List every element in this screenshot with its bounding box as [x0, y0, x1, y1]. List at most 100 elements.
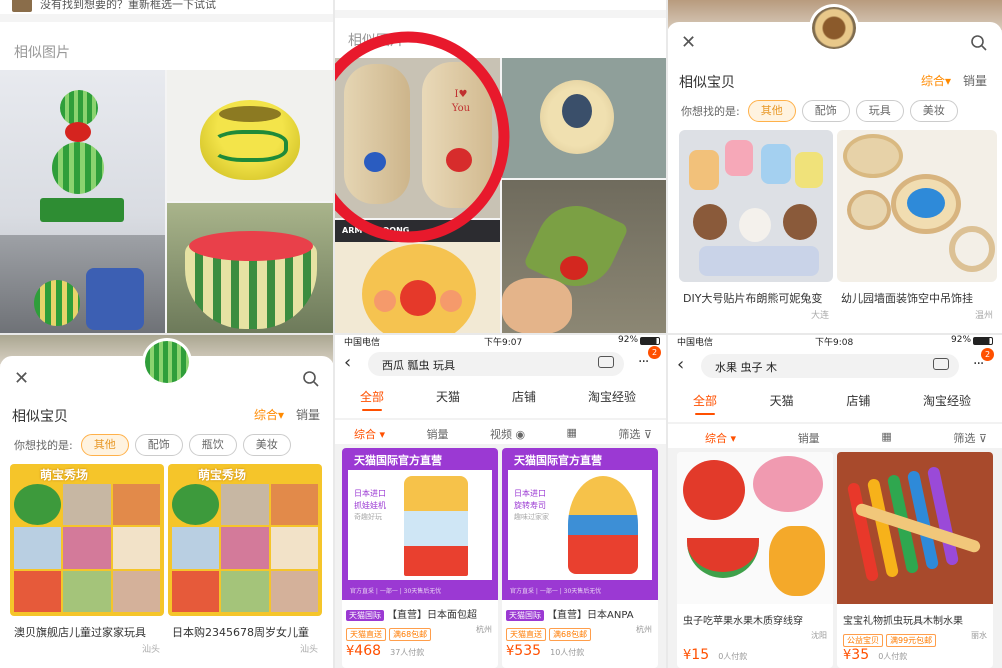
panel-similar-products-1: ✕ 相似宝贝 综合▾ 销量 你想找的是: 其他 配饰 玩具 美妆 DIY大号贴片…	[667, 0, 1002, 334]
product-price: 15	[691, 647, 710, 663]
product-location: 杭州	[636, 625, 652, 634]
retry-hint[interactable]: 没有找到想要的？重新框选一下试试	[40, 0, 216, 12]
status-bar: 中国电信 下午9:08 92%	[667, 334, 1002, 348]
product-image	[837, 130, 997, 282]
sort-comprehensive[interactable]: 综合▾	[921, 72, 951, 89]
search-icon[interactable]	[970, 34, 988, 52]
battery-icon	[640, 337, 660, 345]
close-icon[interactable]: ✕	[681, 32, 696, 53]
photo-leaf-ladybug[interactable]	[502, 180, 667, 334]
thumbnail-image	[12, 0, 32, 12]
tab-all[interactable]: 全部	[693, 392, 717, 415]
photo-watermelon-bowl[interactable]	[167, 203, 334, 333]
camera-icon[interactable]	[598, 356, 614, 368]
photo-watermelon-figure[interactable]	[0, 70, 165, 333]
filter-video[interactable]: 视频 ◉	[490, 426, 525, 442]
query-thumbnail	[142, 338, 192, 386]
banner-text: 萌宝秀场	[198, 468, 247, 482]
hint-label: 你想找的是:	[681, 105, 740, 118]
filter-bar: 综合 ▾ 销量 ▦ 筛选 ⊽	[705, 430, 987, 446]
chip-accessories[interactable]: 配饰	[801, 100, 850, 122]
product-card[interactable]: 萌宝秀场 澳贝旗舰店儿童过家家玩具 汕头	[10, 464, 164, 668]
tab-tmall[interactable]: 天猫	[770, 392, 794, 409]
back-icon[interactable]: ‹	[677, 354, 684, 375]
filter-sales[interactable]: 销量	[427, 426, 449, 442]
close-icon[interactable]: ✕	[14, 368, 29, 389]
product-card[interactable]: 天猫国际官方直营 日本进口 抓娃娃机 奇趣好玩 官方直采 | 一部一 | 30天…	[342, 448, 498, 668]
filter-screen[interactable]: 筛选 ⊽	[618, 426, 652, 442]
product-card[interactable]: 萌宝秀场 日本购2345678周岁女儿童 汕头	[168, 464, 322, 668]
chip-cosmetics[interactable]: 美妆	[242, 434, 291, 456]
panel-search-results-1: 中国电信 下午9:07 92% ‹ 西瓜 瓢虫 玩具 ··· 2 全部 天猫 店…	[334, 334, 667, 668]
product-title: 虫子吃苹果水果木质穿线穿	[683, 616, 803, 627]
product-image: 天猫国际官方直营 日本进口 抓娃娃机 奇趣好玩 官方直采 | 一部一 | 30天…	[342, 448, 498, 600]
tmall-global-badge: 天猫国际	[506, 610, 544, 621]
product-title: 【直营】日本面包超	[387, 610, 477, 621]
product-card[interactable]: 天猫国际官方直营 日本进口 旋转寿司 趣味过家家 官方直采 | 一部一 | 30…	[502, 448, 658, 668]
sort-comprehensive[interactable]: 综合▾	[254, 406, 284, 423]
tab-experience[interactable]: 淘宝经验	[588, 388, 636, 405]
grid-icon[interactable]: ▦	[567, 426, 577, 442]
tab-tmall[interactable]: 天猫	[436, 388, 460, 405]
product-location: 大连	[810, 311, 829, 321]
sold-count: 10人付款	[550, 648, 585, 657]
filter-sales[interactable]: 销量	[798, 430, 820, 446]
page-title: 相似宝贝	[12, 409, 68, 425]
banner-text: 萌宝秀场	[40, 468, 89, 482]
product-price: 468	[354, 643, 382, 659]
page-title: 相似宝贝	[679, 75, 735, 91]
sold-count: 0人付款	[878, 652, 908, 661]
panel-similar-images-1: 没有找到想要的？重新框选一下试试 相似图片	[0, 0, 334, 334]
camera-icon[interactable]	[933, 358, 949, 370]
section-title: 相似图片	[14, 45, 70, 61]
chip-other[interactable]: 其他	[80, 434, 129, 456]
sort-sales[interactable]: 销量	[296, 406, 320, 423]
result-tabs: 全部 天猫 店铺 淘宝经验	[693, 392, 971, 415]
tab-shops[interactable]: 店铺	[512, 388, 536, 405]
search-bar[interactable]: 西瓜 瓢虫 玩具	[368, 352, 624, 376]
filter-comprehensive[interactable]: 综合 ▾	[354, 426, 385, 442]
product-image	[677, 452, 833, 604]
chip-accessories[interactable]: 配饰	[134, 434, 183, 456]
sort-sales[interactable]: 销量	[963, 72, 987, 89]
product-title: 日本购2345678周岁女儿童	[172, 626, 309, 639]
notification-badge: 2	[648, 346, 661, 359]
product-image	[837, 452, 993, 604]
product-image	[679, 130, 833, 282]
product-title: 【直营】日本ANPA	[547, 610, 634, 621]
product-image: 萌宝秀场	[10, 464, 164, 616]
notification-badge: 2	[981, 348, 994, 361]
panel-similar-products-2: ✕ 相似宝贝 综合▾ 销量 你想找的是: 其他 配饰 瓶饮 美妆 萌宝秀场 澳贝…	[0, 334, 334, 668]
filter-comprehensive[interactable]: 综合 ▾	[705, 430, 736, 446]
photo-dragon-bowl[interactable]	[167, 70, 334, 201]
panel-similar-images-2: 相似图片 I♥ You ARM STROONG	[334, 0, 667, 334]
product-card[interactable]: 幼儿园墙面装饰空中吊饰挂 温州	[837, 130, 997, 334]
product-title: DIY大号贴片布朗熊可妮兔变	[683, 292, 823, 305]
photo-portrait-stone[interactable]	[502, 58, 667, 178]
tab-all[interactable]: 全部	[360, 388, 384, 411]
search-icon[interactable]	[302, 370, 320, 388]
product-location: 杭州	[476, 625, 492, 634]
filter-screen[interactable]: 筛选 ⊽	[953, 430, 987, 446]
product-card[interactable]: 宝宝礼物抓虫玩具木制水果 公益宝贝 满99元包邮 丽水 ¥35 0人付款	[837, 452, 993, 668]
more-icon[interactable]: ···	[638, 354, 649, 370]
product-location: 汕头	[141, 645, 160, 655]
chip-cosmetics[interactable]: 美妆	[909, 100, 958, 122]
product-price: 535	[514, 643, 542, 659]
grid-icon[interactable]: ▦	[881, 430, 891, 446]
chip-toys[interactable]: 玩具	[855, 100, 904, 122]
product-card[interactable]: DIY大号贴片布朗熊可妮兔变 大连	[679, 130, 833, 334]
tab-shops[interactable]: 店铺	[846, 392, 870, 409]
chip-drinks[interactable]: 瓶饮	[188, 434, 237, 456]
chip-other[interactable]: 其他	[747, 100, 796, 122]
back-icon[interactable]: ‹	[344, 352, 351, 373]
search-bar[interactable]: 水果 虫子 木	[701, 354, 959, 378]
product-title: 幼儿园墙面装饰空中吊饰挂	[841, 292, 973, 305]
product-image: 天猫国际官方直营 日本进口 旋转寿司 趣味过家家 官方直采 | 一部一 | 30…	[502, 448, 658, 600]
product-card[interactable]: 虫子吃苹果水果木质穿线穿 沈阳 ¥15 0人付款	[677, 452, 833, 668]
product-title: 澳贝旗舰店儿童过家家玩具	[14, 626, 146, 639]
query-thumbnail	[809, 4, 859, 52]
tab-experience[interactable]: 淘宝经验	[923, 392, 971, 409]
result-tabs: 全部 天猫 店铺 淘宝经验	[360, 388, 636, 411]
filter-bar: 综合 ▾ 销量 视频 ◉ ▦ 筛选 ⊽	[354, 426, 652, 442]
